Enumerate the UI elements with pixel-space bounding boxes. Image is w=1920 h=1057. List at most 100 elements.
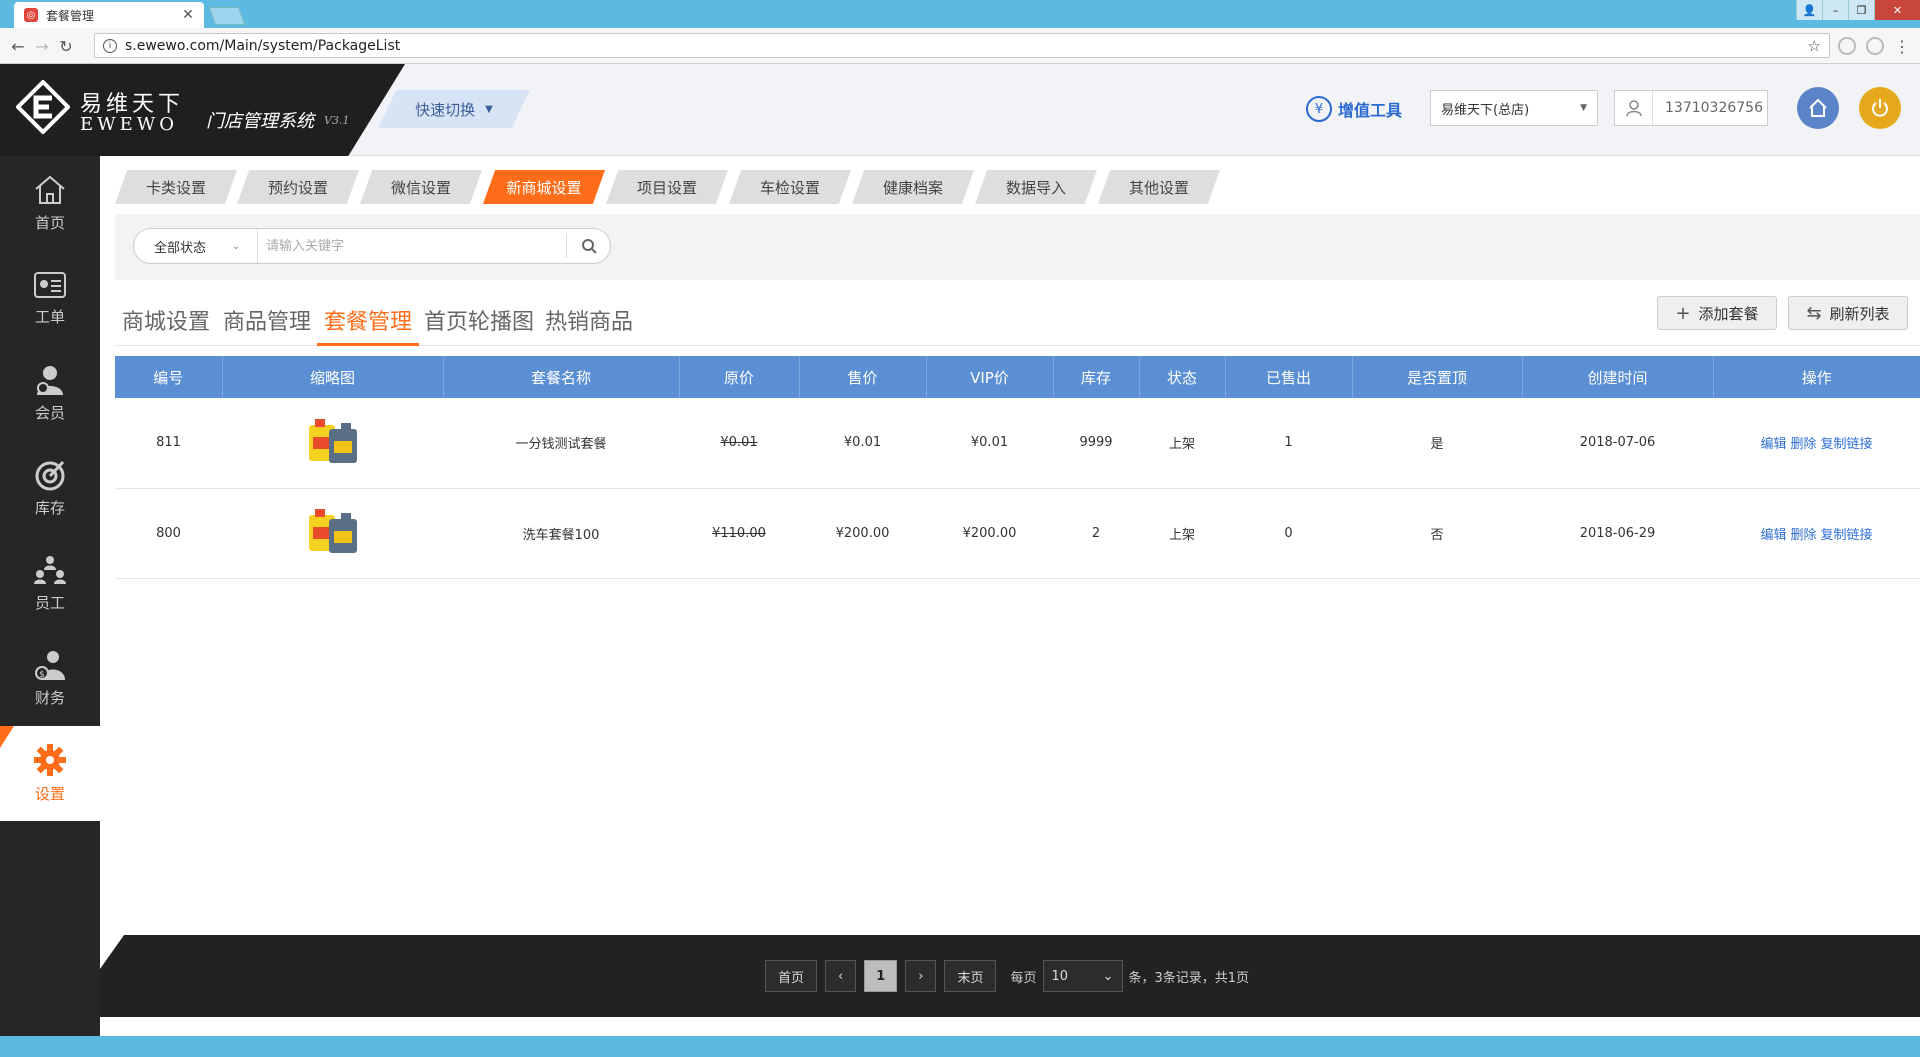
sidebar-item-home[interactable]: 首页 (0, 156, 100, 251)
value-added-tools-label: 增值工具 (1338, 101, 1403, 120)
first-page-button[interactable]: 首页 (765, 960, 818, 992)
tab-card-settings[interactable]: 卡类设置 (115, 170, 237, 204)
column-header[interactable]: 售价 (799, 356, 927, 398)
column-header[interactable]: 编号 (115, 356, 223, 398)
restore-icon[interactable]: ❐ (1848, 0, 1874, 20)
cell-original-price: ¥0.01 (679, 398, 799, 489)
home-button[interactable] (1797, 87, 1839, 129)
window-close-icon[interactable]: ✕ (1874, 0, 1920, 20)
extension-icon[interactable] (1866, 37, 1884, 55)
back-icon[interactable]: ← (8, 36, 28, 56)
site-info-icon[interactable]: i (103, 38, 117, 53)
sidebar-item-settings[interactable]: 设置 (0, 726, 100, 821)
chevron-down-icon: ⌄ (1102, 968, 1114, 984)
system-name: 门店管理系统 (206, 111, 314, 132)
column-header[interactable]: 创建时间 (1522, 356, 1714, 398)
sidebar-item-work-order[interactable]: 工单 (0, 251, 100, 346)
status-filter-select[interactable]: 全部状态 ⌄ (134, 229, 258, 263)
caret-down-icon: ▼ (485, 103, 493, 115)
browser-tab[interactable]: ◎ 套餐管理 ✕ (14, 2, 204, 28)
subtab-mall-settings[interactable]: 商城设置 (115, 304, 217, 346)
browser-menu-icon[interactable]: ⋮ (1892, 36, 1912, 56)
tab-wechat-settings[interactable]: 微信设置 (360, 170, 482, 204)
tab-project-settings[interactable]: 项目设置 (606, 170, 728, 204)
close-tab-icon[interactable]: ✕ (180, 7, 196, 23)
cell-thumbnail (222, 488, 443, 579)
pagination: 首页 ‹ 1 › 末页 每页 10 ⌄ 条，3条记录，共1页 (765, 960, 1249, 992)
staff-icon (34, 556, 66, 584)
cell-status: 上架 (1139, 488, 1225, 579)
forward-icon[interactable]: → (32, 36, 52, 56)
store-select-value: 易维天下(总店) (1441, 102, 1530, 118)
search-icon (581, 239, 597, 254)
tab-data-import[interactable]: 数据导入 (975, 170, 1097, 204)
cell-created-date: 2018-06-29 (1522, 488, 1713, 579)
delete-link[interactable]: 删除 (1790, 437, 1816, 452)
plus-icon: + (1675, 302, 1691, 324)
value-added-tools-link[interactable]: ¥ 增值工具 (1306, 96, 1402, 122)
extension-icon[interactable] (1838, 37, 1856, 55)
column-header[interactable]: 原价 (679, 356, 800, 398)
keyword-search-input[interactable] (258, 229, 566, 263)
minimize-icon[interactable]: – (1822, 0, 1848, 20)
column-header[interactable]: 套餐名称 (443, 356, 680, 398)
sidebar-item-member[interactable]: 会员 (0, 346, 100, 441)
next-page-button[interactable]: › (905, 960, 937, 992)
browser-tab-title: 套餐管理 (46, 8, 95, 23)
package-table: 编号 缩略图 套餐名称 原价 售价 VIP价 库存 状态 已售出 是否置顶 创建… (115, 356, 1920, 579)
subtab-hot-products[interactable]: 热销商品 (539, 304, 639, 346)
column-header[interactable]: 已售出 (1225, 356, 1353, 398)
store-select[interactable]: 易维天下(总店) ▼ (1430, 90, 1598, 126)
sidebar-item-inventory[interactable]: 库存 (0, 441, 100, 536)
user-account[interactable]: 13710326756 (1614, 90, 1768, 126)
prev-page-button[interactable]: ‹ (825, 960, 857, 992)
sidebar-item-finance[interactable]: $ 财务 (0, 631, 100, 726)
sidebar-item-staff[interactable]: 员工 (0, 536, 100, 631)
ewewo-logo-icon (16, 80, 70, 134)
subtab-product-management[interactable]: 商品管理 (217, 304, 317, 346)
column-header[interactable]: VIP价 (926, 356, 1054, 398)
new-tab-button[interactable] (208, 7, 246, 25)
bookmark-star-icon[interactable]: ☆ (1808, 37, 1821, 55)
table-row[interactable]: 800 洗车套餐100 ¥110.00 ¥200.00 ¥200.00 2 上架… (115, 488, 1920, 579)
table-row[interactable]: 811 一分钱测试套餐 ¥0.01 ¥0.01 ¥0.01 9999 上架 1 … (115, 398, 1920, 489)
user-phone: 13710326756 (1665, 100, 1763, 116)
inventory-icon (35, 460, 65, 491)
column-header[interactable]: 是否置顶 (1352, 356, 1523, 398)
column-header[interactable]: 库存 (1053, 356, 1140, 398)
page-size-select[interactable]: 10 ⌄ (1042, 960, 1123, 992)
edit-link[interactable]: 编辑 (1760, 437, 1786, 452)
reload-icon[interactable]: ↻ (56, 36, 76, 56)
search-button[interactable] (566, 234, 610, 258)
add-package-button[interactable]: + 添加套餐 (1657, 296, 1777, 330)
logout-button[interactable] (1859, 87, 1901, 129)
edit-link[interactable]: 编辑 (1760, 528, 1786, 543)
tab-new-mall-settings[interactable]: 新商城设置 (483, 170, 605, 204)
subtab-package-management[interactable]: 套餐管理 (317, 304, 419, 346)
user-profile-icon[interactable]: 👤 (1796, 0, 1822, 20)
subtab-home-carousel[interactable]: 首页轮播图 (419, 304, 539, 346)
cell-vip-price: ¥200.00 (926, 488, 1053, 579)
delete-link[interactable]: 删除 (1790, 528, 1816, 543)
cell-operations: 编辑 删除 复制链接 (1713, 398, 1920, 489)
copy-link-link[interactable]: 复制链接 (1821, 528, 1873, 543)
add-package-label: 添加套餐 (1698, 304, 1759, 323)
url-input[interactable]: i s.ewewo.com/Main/system/PackageList ☆ (94, 33, 1830, 58)
cell-original-price: ¥110.00 (679, 488, 799, 579)
refresh-list-button[interactable]: ⇆ 刷新列表 (1788, 296, 1908, 330)
quick-switch-dropdown[interactable]: 快速切换 ▼ (378, 90, 530, 128)
tab-health-records[interactable]: 健康档案 (852, 170, 974, 204)
tab-other-settings[interactable]: 其他设置 (1098, 170, 1220, 204)
column-header[interactable]: 状态 (1139, 356, 1226, 398)
system-version: V3.1 (324, 114, 350, 127)
cell-price: ¥0.01 (799, 398, 926, 489)
yen-icon: ¥ (1306, 96, 1332, 122)
refresh-list-label: 刷新列表 (1829, 304, 1890, 323)
copy-link-link[interactable]: 复制链接 (1821, 437, 1873, 452)
tab-appointment-settings[interactable]: 预约设置 (237, 170, 359, 204)
cell-vip-price: ¥0.01 (926, 398, 1053, 489)
page-number-button[interactable]: 1 (864, 960, 898, 992)
last-page-button[interactable]: 末页 (944, 960, 997, 992)
app-header: 易维天下 EWEWO 门店管理系统 V3.1 快速切换 ▼ ¥ 增值工具 易维天… (0, 64, 1920, 156)
tab-vehicle-inspection-settings[interactable]: 车检设置 (729, 170, 851, 204)
